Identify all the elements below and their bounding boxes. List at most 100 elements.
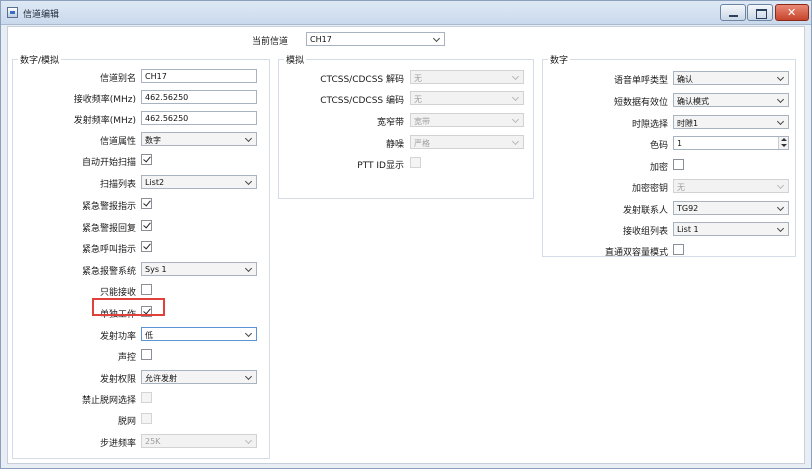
tx-permit-select[interactable]: 允许发射 <box>141 370 257 384</box>
content-area: 当前信道 CH17 数字/模拟 信道别名 CH17 接收频率(MHz) 462.… <box>7 26 805 464</box>
chevron-down-icon <box>246 331 252 337</box>
rx-only-label: 只能接收 <box>99 288 136 298</box>
minimize-button[interactable] <box>720 4 746 21</box>
chevron-down-icon <box>778 226 784 232</box>
digital-group-title: 数字 <box>548 53 571 66</box>
chevron-down-icon <box>246 374 252 380</box>
offnet-select-checkbox[interactable] <box>141 392 152 403</box>
emergency-system-select[interactable]: Sys 1 <box>141 262 257 276</box>
ctcss-encode-label: CTCSS/CDCSS 编码 <box>320 96 404 106</box>
tx-power-label: 发射功率 <box>99 332 136 342</box>
time-slot-label: 时隙选择 <box>631 120 668 130</box>
encrypt-checkbox[interactable] <box>673 159 684 170</box>
emergency-system-value: Sys 1 <box>145 265 167 274</box>
ctcss-decode-value: 无 <box>414 74 422 83</box>
emergency-indicator-checkbox[interactable] <box>141 198 152 209</box>
bandwidth-label: 宽窄带 <box>376 118 404 128</box>
auto-scan-checkbox[interactable] <box>141 154 152 165</box>
ptt-id-label: PTT ID显示 <box>357 161 404 171</box>
ctcss-encode-value: 无 <box>414 95 422 104</box>
scan-list-select[interactable]: List2 <box>141 175 257 189</box>
chevron-down-icon <box>513 117 519 123</box>
current-channel-value: CH17 <box>310 35 332 44</box>
arrow-up-icon[interactable] <box>781 138 787 141</box>
emergency-reply-label: 紧急警报回复 <box>81 224 136 234</box>
close-button[interactable] <box>775 4 809 21</box>
bandwidth-select[interactable]: 宽带 <box>410 113 524 127</box>
current-channel-select[interactable]: CH17 <box>306 32 445 46</box>
tx-contact-value: TG92 <box>677 204 699 213</box>
sms-valid-value: 确认模式 <box>677 97 709 106</box>
time-slot-select[interactable]: 时隙1 <box>673 115 789 129</box>
dual-capacity-checkbox[interactable] <box>673 244 684 255</box>
bandwidth-value: 宽带 <box>414 117 430 126</box>
channel-attr-label: 信道属性 <box>99 137 136 147</box>
chevron-down-icon <box>778 183 784 189</box>
emergency-call-checkbox[interactable] <box>141 241 152 252</box>
tx-freq-label: 发射频率(MHz) <box>73 116 136 126</box>
chevron-down-icon <box>513 95 519 101</box>
encrypt-key-value: 无 <box>677 183 685 192</box>
check-icon <box>143 220 151 229</box>
emergency-indicator-label: 紧急警报指示 <box>81 202 136 212</box>
emergency-reply-checkbox[interactable] <box>141 220 152 231</box>
vox-label: 声控 <box>117 353 136 363</box>
squelch-value: 严格 <box>414 139 430 148</box>
chevron-down-icon <box>513 74 519 80</box>
time-slot-value: 时隙1 <box>677 119 699 128</box>
voice-call-type-select[interactable]: 确认 <box>673 71 789 85</box>
tx-freq-input[interactable]: 462.56250 <box>141 111 257 125</box>
tx-permit-value: 允许发射 <box>145 374 177 383</box>
maximize-button[interactable] <box>747 4 773 21</box>
rx-group-list-select[interactable]: List 1 <box>673 222 789 236</box>
color-code-label: 色码 <box>649 141 668 151</box>
tx-contact-label: 发射联系人 <box>622 206 668 216</box>
app-icon <box>7 7 18 18</box>
ctcss-encode-select[interactable]: 无 <box>410 91 524 105</box>
squelch-label: 静噪 <box>385 140 404 150</box>
channel-attr-value: 数字 <box>145 136 161 145</box>
offnet-select-label: 禁止脱网选择 <box>81 396 136 406</box>
dual-capacity-label: 直通双容量模式 <box>604 248 668 258</box>
rx-freq-input[interactable]: 462.56250 <box>141 90 257 104</box>
encrypt-key-select[interactable]: 无 <box>673 179 789 193</box>
color-code-spinner[interactable]: 1 <box>673 136 789 150</box>
check-icon <box>143 241 151 250</box>
highlight-box <box>92 298 165 316</box>
alias-input[interactable]: CH17 <box>141 69 257 83</box>
tx-power-select[interactable]: 低 <box>141 327 257 341</box>
sms-valid-select[interactable]: 确认模式 <box>673 93 789 107</box>
chevron-down-icon <box>246 136 252 142</box>
step-freq-label: 步进频率 <box>99 439 136 449</box>
rx-only-checkbox[interactable] <box>141 284 152 295</box>
emergency-call-label: 紧急呼叫指示 <box>81 245 136 255</box>
vox-checkbox[interactable] <box>141 349 152 360</box>
chevron-down-icon <box>246 438 252 444</box>
chevron-down-icon <box>778 205 784 211</box>
color-code-value: 1 <box>677 139 683 148</box>
voice-call-type-label: 语音单呼类型 <box>613 76 668 86</box>
chevron-down-icon <box>778 75 784 81</box>
chevron-down-icon <box>778 97 784 103</box>
voice-call-type-value: 确认 <box>677 75 693 84</box>
chevron-down-icon <box>246 266 252 272</box>
auto-scan-label: 自动开始扫描 <box>81 158 136 168</box>
spinner-buttons[interactable] <box>778 137 788 149</box>
arrow-down-icon[interactable] <box>781 144 787 147</box>
encrypt-key-label: 加密密钥 <box>631 184 668 194</box>
chevron-down-icon <box>513 139 519 145</box>
title-bar[interactable]: 信道编辑 <box>1 1 811 25</box>
channel-attr-select[interactable]: 数字 <box>141 132 257 146</box>
check-icon <box>143 198 151 207</box>
emergency-system-label: 紧急报警系统 <box>81 267 136 277</box>
offnet-checkbox[interactable] <box>141 413 152 424</box>
current-channel-label: 当前信道 <box>251 37 288 47</box>
ptt-id-checkbox[interactable] <box>410 157 421 168</box>
tx-contact-select[interactable]: TG92 <box>673 201 789 215</box>
step-freq-select[interactable]: 25K <box>141 434 257 448</box>
digital-analog-group-title: 数字/模拟 <box>18 53 62 66</box>
channel-edit-window: 信道编辑 当前信道 CH17 数字/模拟 信道别名 CH17 接收频率(MHz)… <box>0 0 812 469</box>
ctcss-decode-select[interactable]: 无 <box>410 70 524 84</box>
squelch-select[interactable]: 严格 <box>410 135 524 149</box>
offnet-label: 脱网 <box>117 417 136 427</box>
